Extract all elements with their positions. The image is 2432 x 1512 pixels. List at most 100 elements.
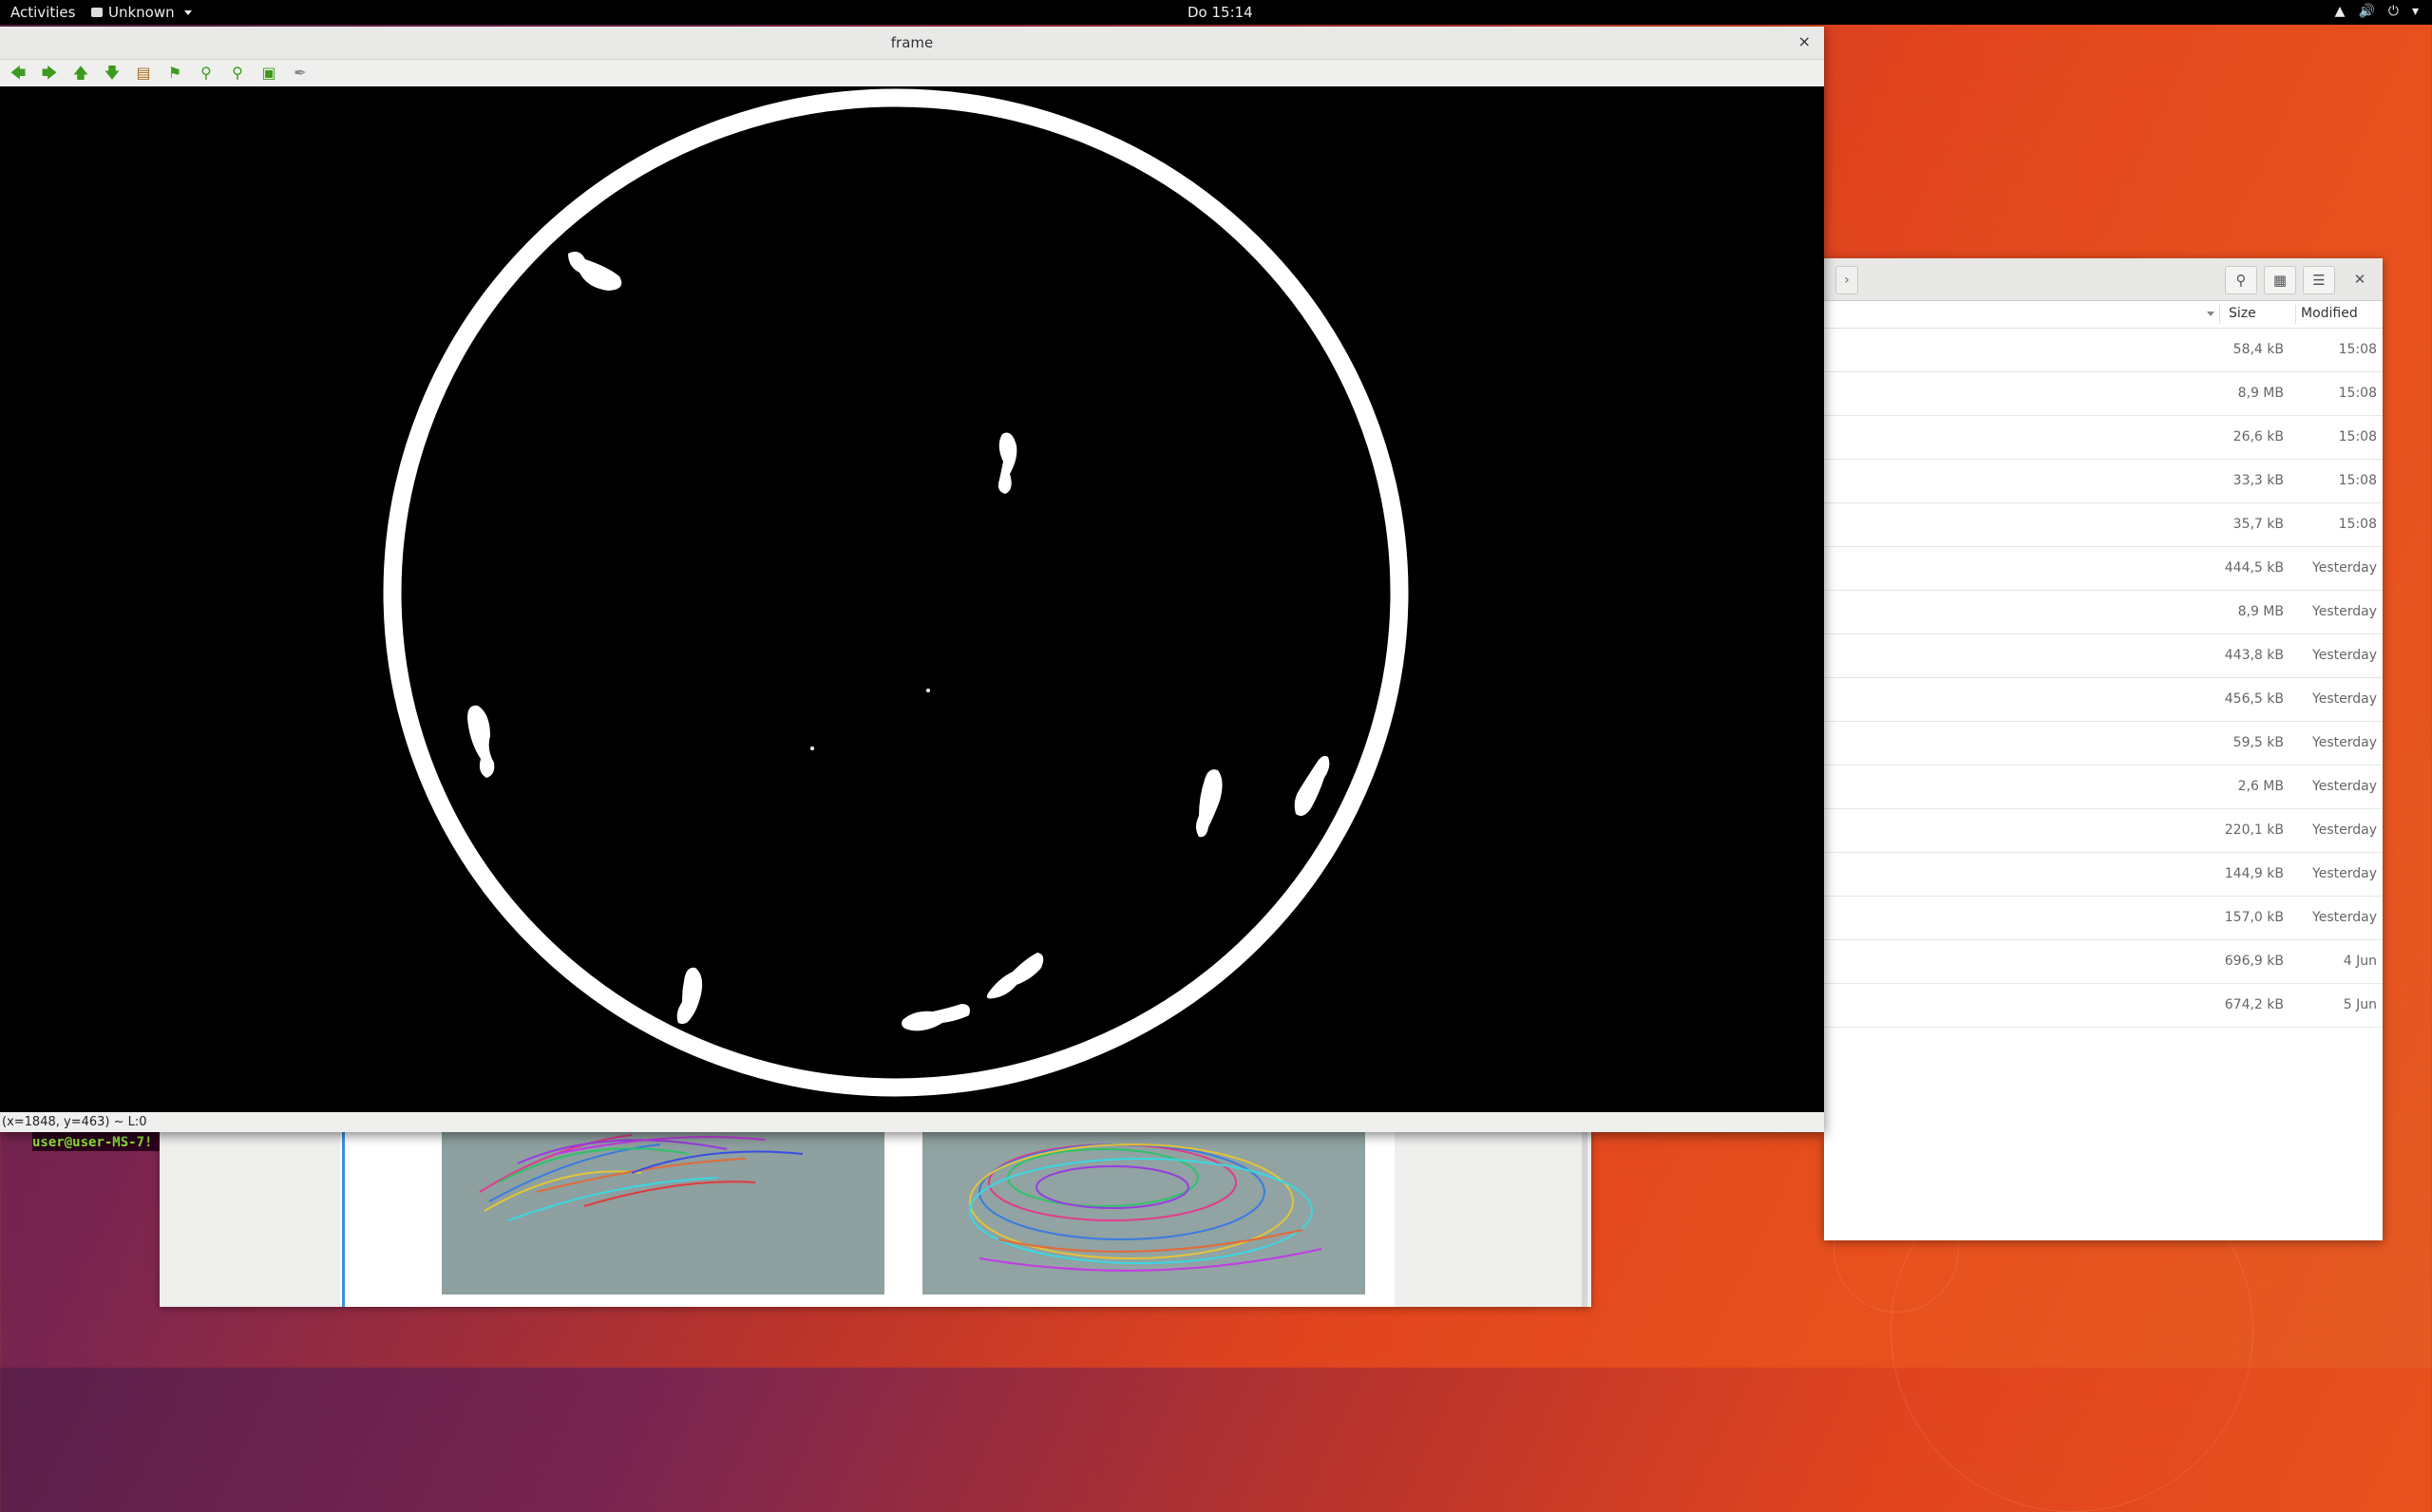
file-size: 33,3 kB [2232,473,2284,488]
file-size: 456,5 kB [2224,691,2284,707]
files-window: › ⚲ ▦ ☰ ✕ Size Modified 58,4 kB 15:08 8,9 … [1824,258,2383,1240]
system-menu[interactable]: ▲ 🔊 ⏻ ▾ [2335,4,2419,19]
view-grid-button[interactable]: ▦ [2264,266,2296,294]
file-modified: Yesterday [2312,910,2377,925]
coordinate-readout: (x=1848, y=463) ~ L:0 [2,1115,147,1129]
file-modified: Yesterday [2312,648,2377,663]
modified-column-header[interactable]: Modified [2301,306,2358,321]
file-size: 443,8 kB [2224,648,2284,663]
image-canvas[interactable] [0,86,1824,1112]
column-header: Size Modified [1824,301,2383,329]
terminal-prompt: user@user-MS-7! [32,1135,153,1150]
file-size: 696,9 kB [2224,954,2284,969]
file-row[interactable]: 33,3 kB 15:08 [1824,460,2383,503]
file-size: 220,1 kB [2224,822,2284,838]
status-bar: (x=1848, y=463) ~ L:0 [0,1112,1824,1132]
file-row[interactable]: 8,9 MB 15:08 [1824,372,2383,416]
file-row[interactable]: 59,5 kB Yesterday [1824,722,2383,765]
file-row[interactable]: 157,0 kB Yesterday [1824,897,2383,940]
file-size: 58,4 kB [2232,342,2284,357]
file-row[interactable]: 444,5 kB Yesterday [1824,547,2383,591]
file-row[interactable]: 2,6 MB Yesterday [1824,765,2383,809]
terminal-window[interactable]: user@user-MS-7! [32,1132,160,1151]
file-modified: 15:08 [2338,429,2377,444]
search-button[interactable]: ⚲ [2225,266,2257,294]
noise-dot [926,689,930,692]
file-size: 2,6 MB [2237,779,2284,794]
image-icon[interactable]: ▤ [133,64,154,83]
selection-bar [342,1125,345,1307]
zoom-in-icon[interactable]: ⚲ [196,64,217,83]
file-row[interactable]: 35,7 kB 15:08 [1824,503,2383,547]
file-size: 8,9 MB [2237,604,2284,619]
file-row[interactable]: 26,6 kB 15:08 [1824,416,2383,460]
file-row[interactable]: 220,1 kB Yesterday [1824,809,2383,853]
zoom-out-icon[interactable]: ⚲ [227,64,248,83]
chevron-down-icon: ▾ [2411,4,2419,19]
app-menu[interactable]: Unknown [91,4,192,21]
file-row[interactable]: 674,2 kB 5 Jun [1824,984,2383,1028]
file-row[interactable]: 696,9 kB 4 Jun [1824,940,2383,984]
file-row[interactable]: 443,8 kB Yesterday [1824,634,2383,678]
file-size: 26,6 kB [2232,429,2284,444]
trajectory-image [442,1125,884,1295]
noise-dot [810,747,814,750]
document-page [340,1125,1395,1307]
brush-icon[interactable]: ✒ [290,64,311,83]
file-size: 157,0 kB [2224,910,2284,925]
title-bar[interactable]: frame × [0,27,1824,60]
activities-button[interactable]: Activities [10,4,75,21]
file-modified: 15:08 [2338,473,2377,488]
file-row[interactable]: 8,9 MB Yesterday [1824,591,2383,634]
forward-button[interactable]: › [1835,266,1858,294]
file-modified: Yesterday [2312,866,2377,881]
arrow-left-icon[interactable]: 🡄 [8,64,28,83]
column-separator [2219,305,2220,324]
file-size: 144,9 kB [2224,866,2284,881]
document-window [160,1125,1591,1307]
app-menu-label: Unknown [108,4,175,21]
file-modified: 5 Jun [2343,997,2377,1012]
arrow-down-icon[interactable]: 🡇 [102,64,123,83]
app-icon [91,8,103,17]
file-modified: Yesterday [2312,779,2377,794]
file-modified: 4 Jun [2343,954,2377,969]
save-icon[interactable]: ▣ [258,64,279,83]
file-size: 444,5 kB [2224,560,2284,576]
size-column-header[interactable]: Size [2229,306,2256,321]
network-icon: ▲ [2334,4,2346,19]
flag-icon[interactable]: ⚑ [164,64,185,83]
menu-button[interactable]: ☰ [2303,266,2335,294]
file-size: 59,5 kB [2232,735,2284,750]
file-size: 674,2 kB [2224,997,2284,1012]
file-row[interactable]: 58,4 kB 15:08 [1824,329,2383,372]
file-modified: Yesterday [2312,691,2377,707]
frame-window: frame × 🡄 🡆 🡅 🡇 ▤ ⚑ ⚲ ⚲ ▣ ✒ (x=1848, y=4… [0,27,1824,1132]
arrow-up-icon[interactable]: 🡅 [70,64,91,83]
sort-indicator-icon[interactable] [2207,312,2214,316]
close-button[interactable]: ✕ [2345,266,2375,293]
file-row[interactable]: 456,5 kB Yesterday [1824,678,2383,722]
file-modified: 15:08 [2338,342,2377,357]
window-title: frame [890,34,934,51]
power-icon: ⏻ [2387,4,2399,19]
file-modified: 15:08 [2338,517,2377,532]
file-modified: Yesterday [2312,560,2377,576]
file-size: 8,9 MB [2237,386,2284,401]
arrow-right-icon[interactable]: 🡆 [39,64,60,83]
trajectory-image [922,1125,1365,1295]
toolbar: 🡄 🡆 🡅 🡇 ▤ ⚑ ⚲ ⚲ ▣ ✒ [0,60,1824,87]
top-bar: Activities Unknown Do 15:14 ▲ 🔊 ⏻ ▾ [0,0,2432,25]
files-header-bar: › ⚲ ▦ ☰ ✕ [1824,258,2383,301]
chevron-down-icon [183,9,192,15]
close-icon[interactable]: × [1798,32,1811,50]
clock[interactable]: Do 15:14 [1188,4,1253,21]
file-modified: Yesterday [2312,604,2377,619]
scrollbar[interactable] [1582,1125,1587,1307]
file-modified: 15:08 [2338,386,2377,401]
volume-icon: 🔊 [2358,4,2375,19]
file-list: 58,4 kB 15:08 8,9 MB 15:08 26,6 kB 15:08 33,3 … [1824,329,2383,1028]
file-row[interactable]: 144,9 kB Yesterday [1824,853,2383,897]
file-size: 35,7 kB [2232,517,2284,532]
column-separator [2295,305,2296,324]
